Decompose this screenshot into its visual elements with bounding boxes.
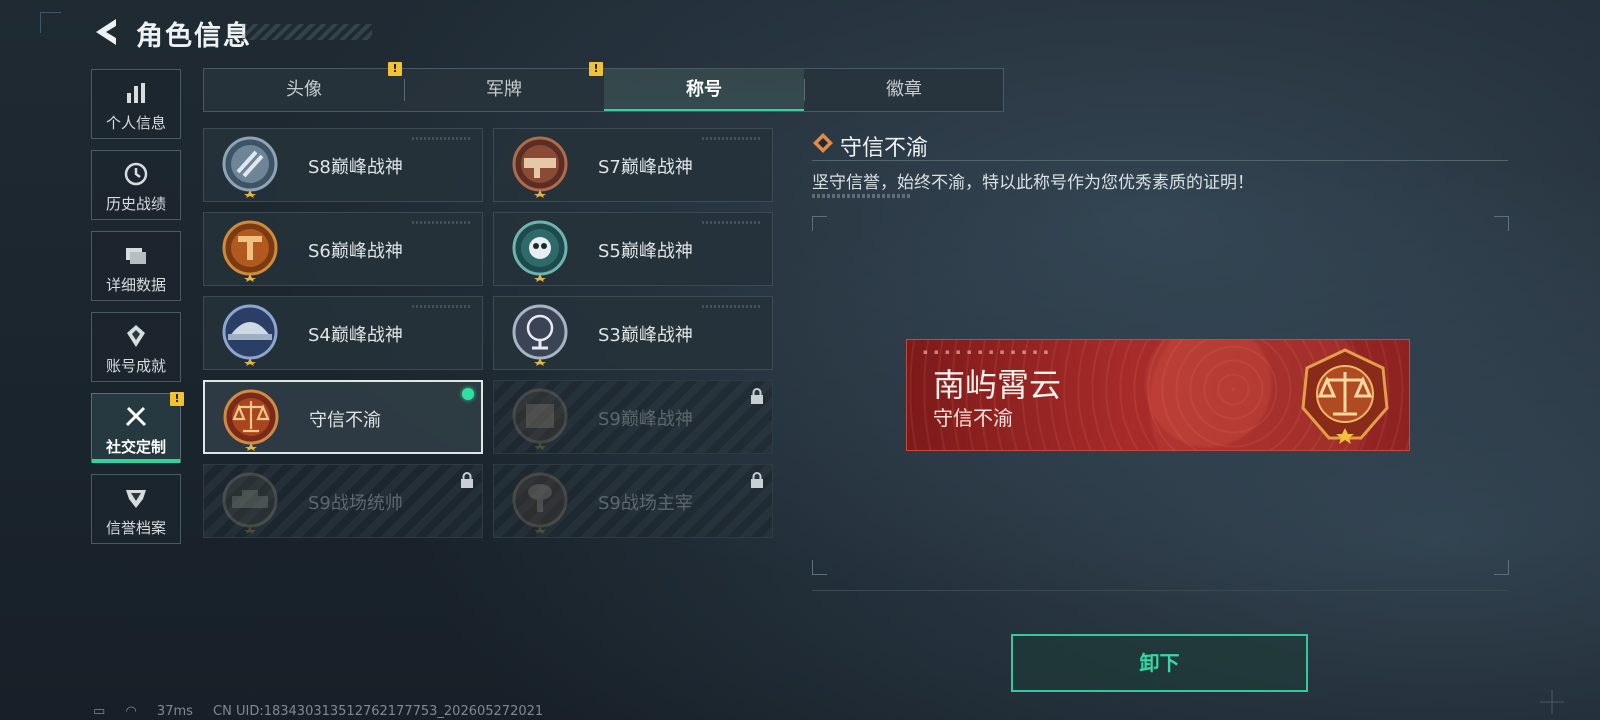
- card-decoration: [412, 137, 472, 140]
- card-decoration: [702, 137, 762, 140]
- title-card-locked[interactable]: S9巅峰战神: [493, 380, 773, 454]
- crosshair-icon: [1540, 690, 1564, 714]
- title-card-locked[interactable]: S9战场统帅: [203, 464, 483, 538]
- detail-title: 守信不渝: [840, 136, 929, 161]
- s7-medal-icon: [512, 136, 568, 198]
- banner-player-name: 南屿霄云: [933, 366, 1062, 404]
- page-title: 角色信息: [136, 21, 252, 52]
- s9-dominator-icon: [512, 472, 568, 534]
- lock-icon: [461, 472, 473, 488]
- sidebar-item-label: 社交定制: [105, 438, 166, 456]
- tools-icon: [125, 406, 147, 427]
- frame-corner: [812, 216, 827, 231]
- description-decoration: [812, 194, 912, 198]
- sidebar-item-credit[interactable]: 信誉档案: [91, 474, 181, 544]
- tab-dogtag[interactable]: 军牌: [404, 69, 604, 111]
- sidebar-item-achievements[interactable]: 账号成就: [91, 312, 181, 382]
- sidebar-item-profile[interactable]: 个人信息: [91, 69, 181, 139]
- s9-commander-icon: [222, 472, 278, 534]
- frame-corner: [812, 560, 827, 575]
- card-decoration: [702, 305, 762, 308]
- corner-decoration: [40, 12, 61, 33]
- scales-emblem-icon: [1301, 348, 1389, 444]
- divider: [812, 590, 1508, 591]
- achievement-icon: [127, 325, 145, 347]
- title-decoration: [242, 24, 372, 40]
- frame-corner: [1494, 560, 1509, 575]
- s4-medal-icon: [222, 304, 278, 366]
- title-card-selected[interactable]: 守信不渝: [203, 380, 483, 454]
- title-card[interactable]: S7巅峰战神: [493, 128, 773, 202]
- sidebar-item-label: 信誉档案: [105, 519, 166, 537]
- warning-badge: !: [388, 62, 402, 76]
- status-bar: ▭ ◠ 37ms CN UID:183430313512762177753_20…: [93, 704, 559, 719]
- s9-medal-icon: [512, 388, 568, 450]
- title-name: S6巅峰战神: [308, 241, 403, 262]
- title-card[interactable]: S4巅峰战神: [203, 296, 483, 370]
- wifi-icon: ◠: [125, 704, 137, 719]
- equipped-indicator: [462, 388, 474, 400]
- back-button[interactable]: [92, 16, 122, 48]
- title-diamond-icon: [813, 133, 833, 153]
- title-card-locked[interactable]: S9战场主宰: [493, 464, 773, 538]
- title-card[interactable]: S3巅峰战神: [493, 296, 773, 370]
- title-card[interactable]: S5巅峰战神: [493, 212, 773, 286]
- title-name: S9战场统帅: [308, 493, 403, 514]
- lock-icon: [751, 472, 763, 488]
- card-decoration: [412, 305, 472, 308]
- uid-text: CN UID:183430313512762177753_20260527202…: [213, 704, 544, 719]
- ping-value: 37ms: [156, 704, 193, 719]
- card-decoration: [702, 221, 762, 224]
- title-name: S3巅峰战神: [598, 325, 693, 346]
- s5-medal-icon: [512, 220, 568, 282]
- tab-title[interactable]: 称号: [604, 69, 804, 111]
- back-arrow-icon: [96, 19, 116, 45]
- battery-icon: ▭: [93, 704, 106, 719]
- banner-title: 守信不渝: [933, 406, 1013, 430]
- bar-chart-icon: [127, 83, 145, 103]
- sidebar-item-details[interactable]: 详细数据: [91, 231, 181, 301]
- frame-corner: [1494, 216, 1509, 231]
- tab-badge[interactable]: 徽章: [804, 69, 1004, 111]
- tab-avatar[interactable]: 头像: [204, 69, 404, 111]
- sidebar-item-label: 个人信息: [105, 114, 166, 132]
- active-indicator: [92, 459, 180, 463]
- card-decoration: [412, 221, 472, 224]
- s8-medal-icon: [222, 136, 278, 198]
- sidebar-item-social[interactable]: 社交定制: [91, 393, 181, 463]
- s6-medal-icon: [222, 220, 278, 282]
- sidebar-item-label: 账号成就: [105, 357, 166, 375]
- title-name: S9战场主宰: [598, 493, 693, 514]
- warning-badge: !: [170, 392, 184, 406]
- title-name: S4巅峰战神: [308, 325, 403, 346]
- sidebar-item-history[interactable]: 历史战绩: [91, 150, 181, 220]
- title-card[interactable]: S6巅峰战神: [203, 212, 483, 286]
- unequip-button[interactable]: 卸下: [1011, 634, 1308, 692]
- warning-badge: !: [589, 62, 603, 76]
- lock-icon: [751, 388, 763, 404]
- divider: [812, 160, 1508, 161]
- sidebar-item-label: 详细数据: [105, 276, 166, 294]
- s3-medal-icon: [512, 304, 568, 366]
- tab-bar: 头像 军牌 称号 徽章: [203, 68, 1004, 112]
- title-name: S9巅峰战神: [598, 409, 693, 430]
- title-card[interactable]: S8巅峰战神: [203, 128, 483, 202]
- clock-icon: [124, 162, 148, 186]
- detail-description: 坚守信誉，始终不渝，特以此称号作为您优秀素质的证明！: [812, 173, 1254, 193]
- credit-icon: [126, 490, 146, 508]
- sidebar-item-label: 历史战绩: [105, 195, 166, 213]
- folder-icon: [126, 248, 146, 264]
- banner-decoration: ▪ ▪ ▪ ▪ ▪ ▪ ▪ ▪ ▪ ▪ ▪ ▪: [923, 348, 1051, 356]
- title-name: S7巅峰战神: [598, 157, 693, 178]
- title-name: 守信不渝: [309, 410, 381, 431]
- title-name: S5巅峰战神: [598, 241, 693, 262]
- scales-medal-icon: [223, 389, 279, 451]
- title-banner-preview: ▪ ▪ ▪ ▪ ▪ ▪ ▪ ▪ ▪ ▪ ▪ ▪ 南屿霄云 守信不渝: [906, 339, 1410, 451]
- title-name: S8巅峰战神: [308, 157, 403, 178]
